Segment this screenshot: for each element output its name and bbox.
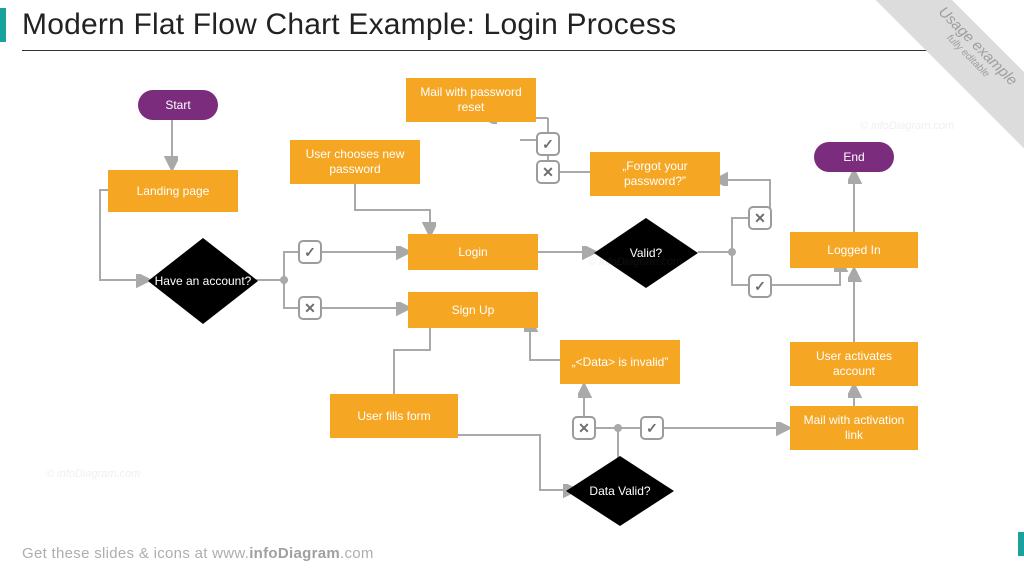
footer-suffix: .com xyxy=(340,545,374,562)
cross-icon: ✕ xyxy=(298,296,322,320)
flowchart-canvas: Start End Landing page User chooses new … xyxy=(0,60,1024,540)
watermark: © infoDiagram.com xyxy=(588,256,682,268)
node-logged-in: Logged In xyxy=(790,232,918,268)
slide: Modern Flat Flow Chart Example: Login Pr… xyxy=(0,0,1024,576)
cross-icon: ✕ xyxy=(748,206,772,230)
cross-icon: ✕ xyxy=(572,416,596,440)
node-start: Start xyxy=(138,90,218,120)
node-data-valid xyxy=(566,456,674,526)
node-valid xyxy=(594,218,698,288)
node-have-account xyxy=(148,238,258,324)
footer-bold: infoDiagram xyxy=(249,545,340,562)
check-icon: ✓ xyxy=(536,132,560,156)
node-activates: User activates account xyxy=(790,342,918,386)
node-forgot-pw: „Forgot your password?” xyxy=(590,152,720,196)
node-end: End xyxy=(814,142,894,172)
check-icon: ✓ xyxy=(640,416,664,440)
cross-icon: ✕ xyxy=(536,160,560,184)
ribbon-line1: Usage example xyxy=(894,0,1024,130)
node-user-new-pw: User chooses new password xyxy=(290,140,420,184)
page-title: Modern Flat Flow Chart Example: Login Pr… xyxy=(22,8,676,42)
node-data-invalid: „<Data> is invalid” xyxy=(560,340,680,384)
check-icon: ✓ xyxy=(748,274,772,298)
node-user-fills: User fills form xyxy=(330,394,458,438)
check-icon: ✓ xyxy=(298,240,322,264)
footer-prefix: Get these slides & icons at www. xyxy=(22,545,249,562)
node-mail-reset: Mail with password reset xyxy=(406,78,536,122)
footer: Get these slides & icons at www.infoDiag… xyxy=(22,545,374,562)
watermark: © infoDiagram.com xyxy=(46,468,140,480)
node-signup: Sign Up xyxy=(408,292,538,328)
node-landing: Landing page xyxy=(108,170,238,212)
accent-left xyxy=(0,8,6,42)
node-login: Login xyxy=(408,234,538,270)
node-mail-act: Mail with activation link xyxy=(790,406,918,450)
